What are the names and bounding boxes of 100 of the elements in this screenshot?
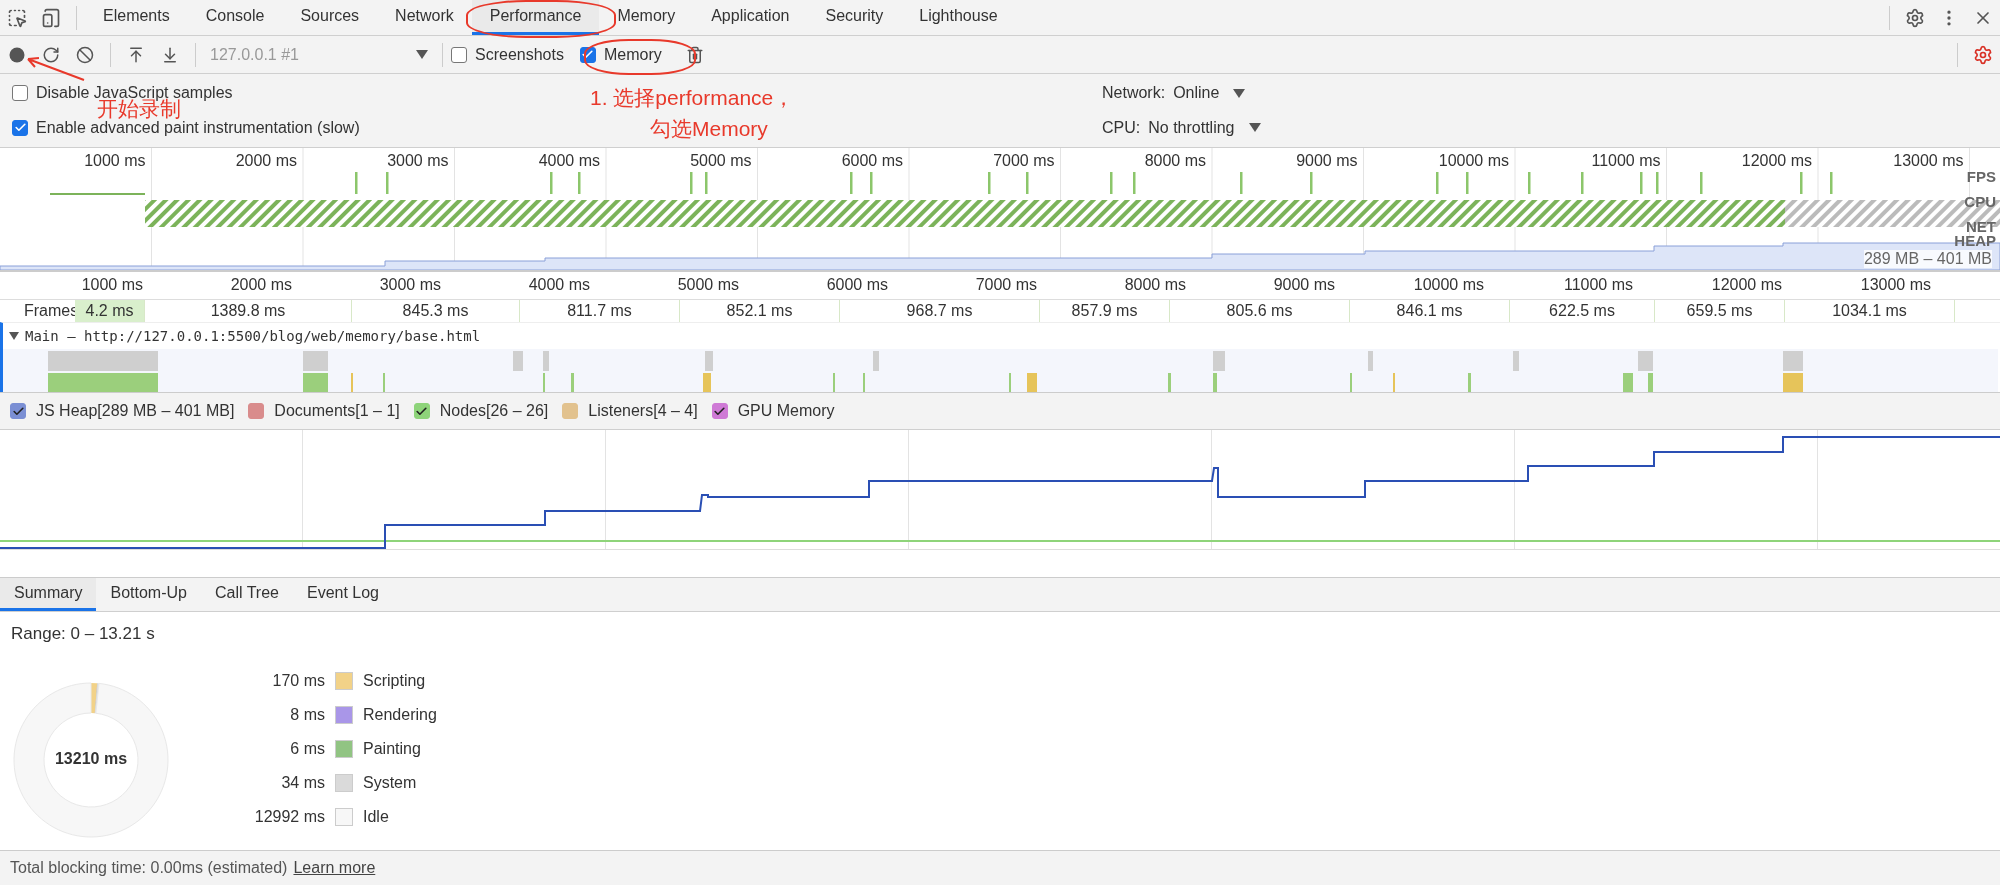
setting-label: CPU: xyxy=(1102,118,1141,137)
throttle-select[interactable]: Online xyxy=(1173,84,1246,103)
time-tick: 10000 ms xyxy=(1413,276,1484,294)
counter-label: JS Heap[289 MB – 401 MB] xyxy=(36,402,235,420)
time-tick: 11000 ms xyxy=(1591,152,1661,170)
throttle-select[interactable]: No throttling xyxy=(1148,118,1261,137)
track-label: FPS xyxy=(1966,168,1996,185)
time-tick: 9000 ms xyxy=(1273,276,1335,294)
counter-label: Nodes[26 – 26] xyxy=(439,402,549,420)
task-bar xyxy=(1213,351,1225,371)
detail-tab[interactable]: Call Tree xyxy=(200,578,293,611)
track-label: HEAP xyxy=(1954,232,1996,249)
panel-tab[interactable]: Lighthouse xyxy=(901,0,1016,35)
task-bar xyxy=(1513,351,1519,371)
task-bar xyxy=(1213,373,1217,392)
time-tick: 13000 ms xyxy=(1893,152,1964,170)
task-bar xyxy=(1623,373,1633,392)
time-value: 6 ms xyxy=(289,740,325,758)
panel-tab[interactable]: Application xyxy=(693,0,808,35)
category-label: Scripting xyxy=(363,672,427,690)
task-bar xyxy=(1648,373,1653,392)
time-tick: 12000 ms xyxy=(1711,276,1782,294)
time-tick: 4000 ms xyxy=(538,152,600,170)
task-bar xyxy=(873,351,879,371)
time-tick: 8000 ms xyxy=(1144,152,1206,170)
checkbox-label: Memory xyxy=(603,45,662,64)
annotation-text: 勾选Memory xyxy=(650,116,768,142)
task-bar xyxy=(543,351,549,371)
checkbox-label: Screenshots xyxy=(475,45,564,64)
checkbox[interactable] xyxy=(12,119,28,136)
time-tick: 1000 ms xyxy=(81,276,143,294)
time-tick: 12000 ms xyxy=(1741,152,1812,170)
panel-tab[interactable]: Performance xyxy=(471,0,600,35)
panel-tab[interactable]: Memory xyxy=(599,0,694,35)
track-label: NET xyxy=(1966,218,1996,235)
panel-tab[interactable]: Security xyxy=(807,0,902,35)
task-bar xyxy=(1027,373,1037,392)
checkbox[interactable] xyxy=(248,403,265,419)
time-tick: 9000 ms xyxy=(1296,152,1358,170)
task-bar xyxy=(513,351,523,371)
time-tick: 6000 ms xyxy=(841,152,903,170)
learn-more-link[interactable]: Learn more xyxy=(293,859,376,877)
checkbox-label: Enable advanced paint instrumentation (slow) xyxy=(36,118,360,137)
panel-tab[interactable]: Console xyxy=(187,0,283,35)
checkbox[interactable] xyxy=(451,46,467,63)
task-bar xyxy=(1638,351,1653,371)
detail-tab[interactable]: Event Log xyxy=(292,578,393,611)
time-tick: 10000 ms xyxy=(1438,152,1509,170)
time-value: 12992 ms xyxy=(253,808,325,826)
time-tick: 7000 ms xyxy=(993,152,1055,170)
task-bar xyxy=(1468,373,1471,392)
time-tick: 1000 ms xyxy=(84,152,146,170)
frame-duration: 4.2 ms xyxy=(75,300,145,322)
time-tick: 2000 ms xyxy=(235,152,297,170)
time-tick: 3000 ms xyxy=(379,276,441,294)
task-bar xyxy=(705,351,713,371)
thread-title: Main — http://127.0.0.1:5500/blog/web/memory/base.html xyxy=(25,328,481,344)
time-tick: 13000 ms xyxy=(1860,276,1931,294)
category-label: Painting xyxy=(363,740,422,758)
task-bar xyxy=(571,373,574,392)
setting-label: Network: xyxy=(1102,84,1166,103)
counter-label: Listeners[4 – 4] xyxy=(588,402,698,420)
time-tick: 5000 ms xyxy=(690,152,752,170)
checkbox[interactable] xyxy=(10,403,26,419)
panel-tab[interactable]: Network xyxy=(377,0,472,35)
time-tick: 8000 ms xyxy=(1124,276,1186,294)
panel-tab[interactable]: Elements xyxy=(85,0,188,35)
heap-range: 289 MB – 401 MB xyxy=(1863,250,1992,268)
time-tick: 3000 ms xyxy=(387,152,449,170)
time-value: 170 ms xyxy=(271,672,325,690)
category-label: Idle xyxy=(363,808,390,826)
checkbox[interactable] xyxy=(711,403,728,419)
track-label: CPU xyxy=(1964,193,1996,210)
task-bar xyxy=(303,351,328,371)
time-value: 8 ms xyxy=(289,706,325,724)
pointer-arrow xyxy=(24,56,86,82)
checkbox[interactable] xyxy=(579,46,596,63)
time-tick: 11000 ms xyxy=(1563,276,1633,294)
detail-tab[interactable]: Bottom-Up xyxy=(96,578,201,611)
expand-triangle-icon[interactable] xyxy=(9,331,19,341)
annotation-text: 1. 选择performance， xyxy=(590,85,795,111)
detail-tab[interactable]: Summary xyxy=(0,578,97,611)
counter-label: GPU Memory xyxy=(737,402,835,420)
counter-label: Documents[1 – 1] xyxy=(274,402,400,420)
time-tick: 5000 ms xyxy=(677,276,739,294)
checkbox[interactable] xyxy=(12,85,28,102)
caret-icon xyxy=(1233,88,1246,98)
category-label: System xyxy=(363,774,418,792)
category-label: Rendering xyxy=(363,706,437,724)
time-tick: 4000 ms xyxy=(528,276,590,294)
caret-icon xyxy=(1248,123,1261,133)
checkbox[interactable] xyxy=(413,403,430,419)
task-bar xyxy=(1368,351,1373,371)
caret-icon xyxy=(416,50,428,59)
time-value: 34 ms xyxy=(280,774,325,792)
checkbox[interactable] xyxy=(562,403,579,419)
time-tick: 7000 ms xyxy=(975,276,1037,294)
time-tick: 6000 ms xyxy=(826,276,888,294)
range-text: Range: 0 – 13.21 s xyxy=(11,624,156,644)
panel-tab[interactable]: Sources xyxy=(282,0,378,35)
